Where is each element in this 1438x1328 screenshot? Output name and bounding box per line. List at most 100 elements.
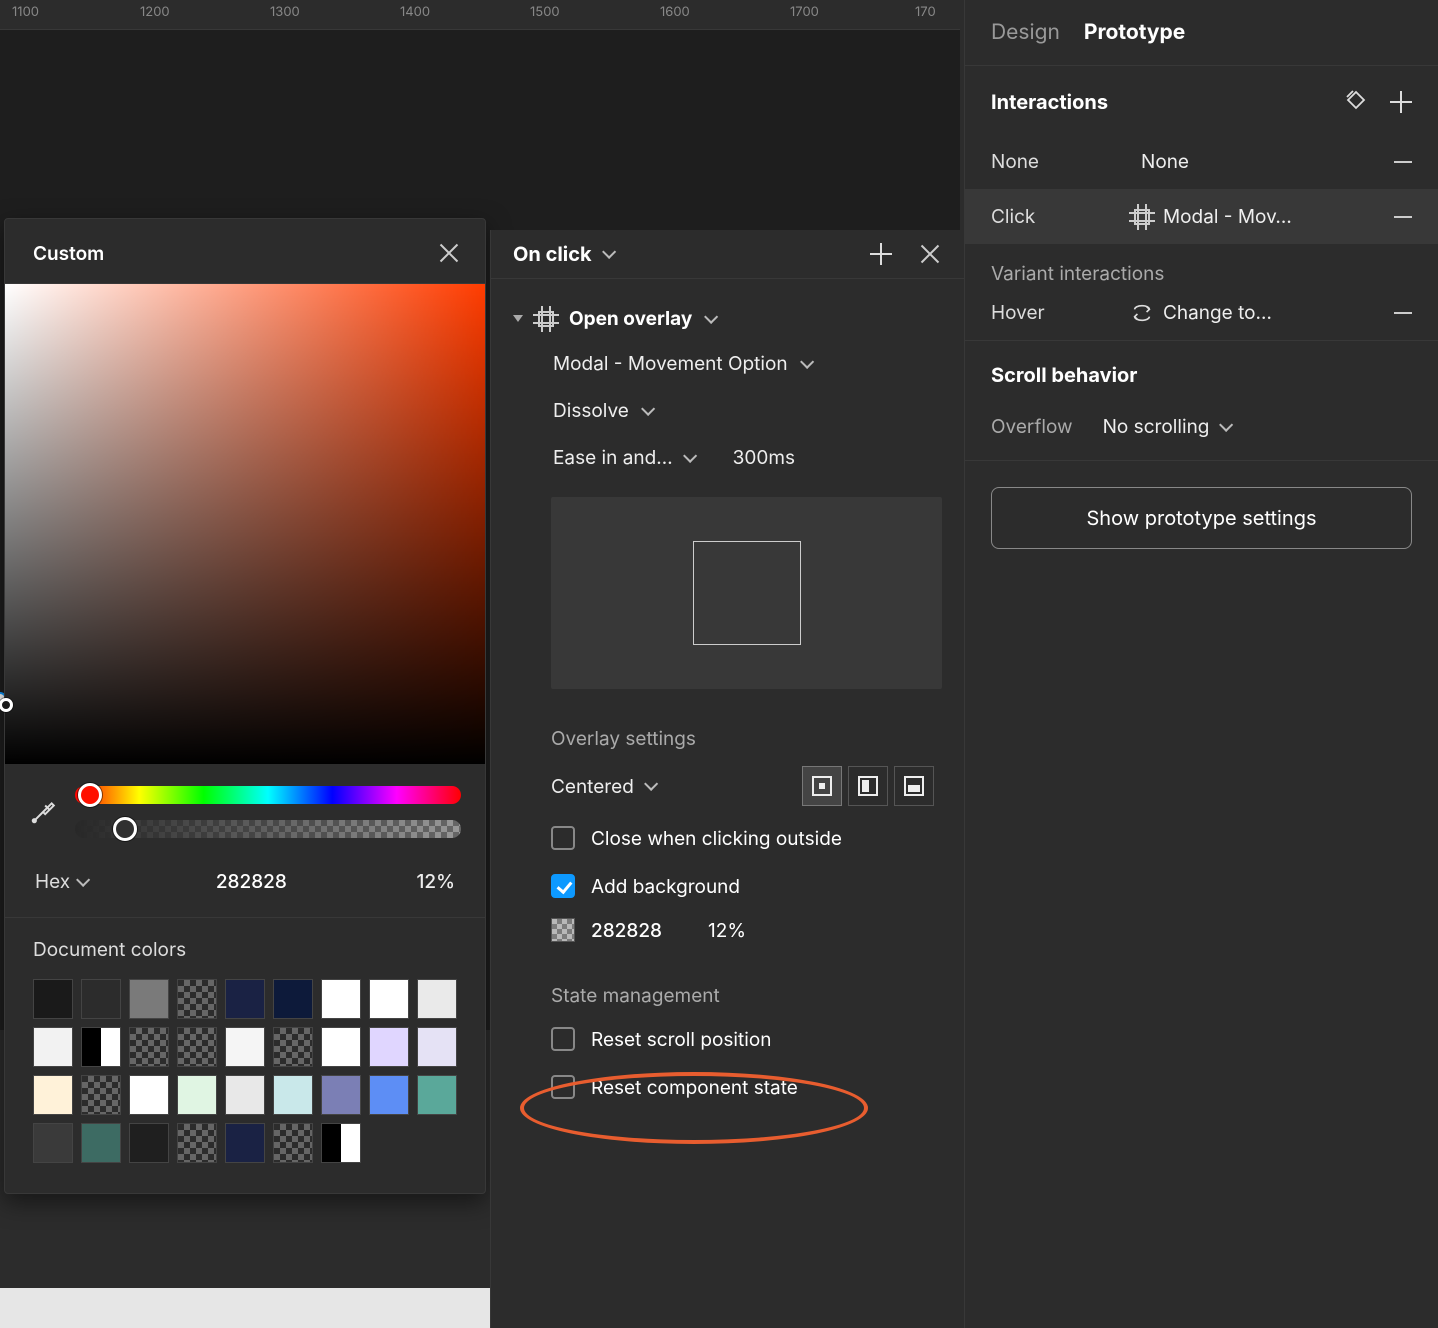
color-swatch[interactable] (369, 979, 409, 1019)
add-interaction-icon[interactable] (1390, 91, 1412, 113)
remove-icon[interactable] (1394, 312, 1412, 314)
close-outside-row[interactable]: Close when clicking outside (491, 814, 964, 862)
checkbox-reset-component[interactable] (551, 1075, 575, 1099)
alpha-slider[interactable] (75, 820, 461, 838)
alpha-thumb[interactable] (113, 817, 137, 841)
opacity-input[interactable]: 12% (417, 870, 455, 893)
hex-input[interactable]: 282828 (106, 870, 396, 893)
duration-input[interactable]: 300ms (733, 446, 795, 469)
overflow-value: No scrolling (1103, 415, 1210, 438)
background-hex-input[interactable]: 282828 (591, 919, 662, 942)
checkbox-add-background[interactable] (551, 874, 575, 898)
color-swatch[interactable] (33, 1123, 73, 1163)
color-swatch[interactable] (321, 1075, 361, 1115)
tab-design[interactable]: Design (991, 20, 1060, 45)
add-action-icon[interactable] (870, 243, 892, 265)
trigger-label: Click (991, 205, 1035, 228)
saturation-value-area[interactable] (5, 284, 485, 764)
color-swatch[interactable] (369, 1027, 409, 1067)
interaction-body: Open overlay Modal - Movement Option Dis… (491, 279, 964, 1317)
animation-dropdown[interactable]: Dissolve (491, 387, 964, 434)
color-swatch[interactable] (177, 1075, 217, 1115)
reset-component-row[interactable]: Reset component state (491, 1063, 964, 1111)
close-icon[interactable] (437, 241, 461, 265)
trigger-dropdown[interactable]: On click (513, 242, 612, 266)
add-background-row[interactable]: Add background (491, 862, 964, 910)
background-opacity-input[interactable]: 12% (708, 919, 746, 942)
position-dropdown[interactable]: Centered (551, 775, 654, 798)
color-swatch[interactable] (321, 1123, 361, 1163)
reset-component-label: Reset component state (591, 1076, 798, 1099)
remove-icon[interactable] (1394, 216, 1412, 218)
position-left-button[interactable] (848, 766, 888, 806)
overlay-position-row: Centered (491, 758, 964, 814)
interactions-title: Interactions (991, 90, 1108, 114)
position-bottom-button[interactable] (894, 766, 934, 806)
color-swatch[interactable] (225, 1123, 265, 1163)
checkbox-close-outside[interactable] (551, 826, 575, 850)
remove-icon[interactable] (1394, 161, 1412, 163)
color-picker-header: Custom (5, 219, 485, 284)
swap-icon (1131, 302, 1153, 324)
tab-prototype[interactable]: Prototype (1084, 20, 1185, 45)
checkbox-reset-scroll[interactable] (551, 1027, 575, 1051)
color-swatch[interactable] (81, 1075, 121, 1115)
color-swatch[interactable] (225, 1027, 265, 1067)
hue-slider[interactable] (75, 786, 461, 804)
color-swatch[interactable] (225, 979, 265, 1019)
color-swatch[interactable] (273, 1027, 313, 1067)
color-swatch[interactable] (369, 1075, 409, 1115)
color-mode-dropdown[interactable]: Hex (35, 870, 86, 893)
color-swatch[interactable] (417, 1027, 457, 1067)
color-swatch[interactable] (81, 1027, 121, 1067)
background-color-row[interactable]: 282828 12% (491, 910, 964, 950)
color-swatch[interactable] (417, 979, 457, 1019)
color-swatch[interactable] (321, 979, 361, 1019)
color-swatch[interactable] (129, 979, 169, 1019)
canvas-frame-edge (0, 1288, 490, 1328)
eyedropper-icon[interactable] (29, 798, 57, 826)
scroll-behavior-section: Scroll behavior Overflow No scrolling (965, 341, 1438, 461)
background-color-chip[interactable] (551, 918, 575, 942)
hex-input-row: Hex 282828 12% (5, 848, 485, 917)
remove-interactions-icon[interactable] (1344, 88, 1368, 116)
reset-scroll-row[interactable]: Reset scroll position (491, 1015, 964, 1063)
color-swatch[interactable] (33, 979, 73, 1019)
color-swatch[interactable] (81, 1123, 121, 1163)
color-swatch[interactable] (273, 1123, 313, 1163)
overflow-dropdown[interactable]: No scrolling (1103, 415, 1230, 438)
right-sidebar: Design Prototype Interactions None None … (964, 0, 1438, 1328)
color-swatch[interactable] (177, 1123, 217, 1163)
interaction-item-none[interactable]: None None (965, 134, 1438, 189)
hue-thumb[interactable] (78, 783, 102, 807)
color-swatch[interactable] (81, 979, 121, 1019)
color-swatch[interactable] (33, 1027, 73, 1067)
reset-scroll-label: Reset scroll position (591, 1028, 771, 1051)
color-swatch[interactable] (129, 1027, 169, 1067)
sv-thumb[interactable] (0, 698, 13, 712)
target-dropdown[interactable]: Modal - Movement Option (491, 340, 964, 387)
interaction-item-hover[interactable]: Hover Change to… (965, 285, 1438, 340)
color-swatch[interactable] (273, 1075, 313, 1115)
interaction-item-click[interactable]: Click Modal - Mov… (965, 189, 1438, 244)
color-swatch[interactable] (129, 1075, 169, 1115)
trigger-label: Hover (991, 301, 1045, 324)
color-swatch[interactable] (33, 1075, 73, 1115)
interaction-header: On click (491, 230, 964, 279)
color-swatch[interactable] (321, 1027, 361, 1067)
swatch-grid (33, 979, 457, 1163)
color-swatch[interactable] (177, 979, 217, 1019)
canvas-ruler: 1100 1200 1300 1400 1500 1600 1700 170 (0, 0, 960, 30)
color-swatch[interactable] (273, 979, 313, 1019)
ruler-tick: 1600 (660, 4, 690, 20)
close-icon[interactable] (918, 242, 942, 266)
easing-dropdown[interactable]: Ease in and… (553, 446, 693, 469)
show-prototype-settings-button[interactable]: Show prototype settings (991, 487, 1412, 549)
position-center-button[interactable] (802, 766, 842, 806)
animation-preview[interactable] (551, 497, 942, 689)
color-swatch[interactable] (225, 1075, 265, 1115)
color-swatch[interactable] (129, 1123, 169, 1163)
color-swatch[interactable] (417, 1075, 457, 1115)
action-row[interactable]: Open overlay (491, 297, 964, 340)
color-swatch[interactable] (177, 1027, 217, 1067)
